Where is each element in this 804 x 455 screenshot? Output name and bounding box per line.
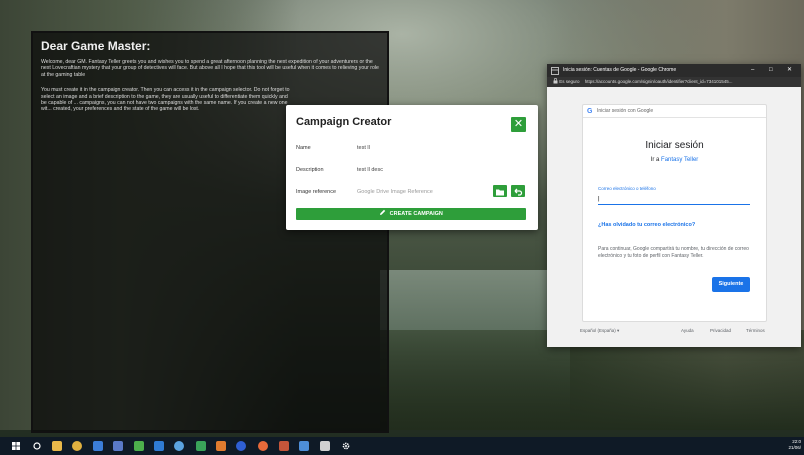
- image-reference-label: Image reference: [296, 189, 337, 195]
- system-clock[interactable]: 22:0 21/06/: [788, 439, 801, 451]
- reset-image-button[interactable]: [511, 185, 525, 197]
- game-master-panel: Dear Game Master: Welcome, dear GM. Fant…: [31, 31, 389, 433]
- clock-date: 21/06/: [788, 445, 801, 450]
- google-signin-card: G Iniciar sesión con Google Iniciar sesi…: [582, 104, 767, 322]
- app-link[interactable]: Fantasy Teller: [661, 157, 698, 163]
- name-input[interactable]: test ll: [357, 145, 370, 151]
- folder-icon: [496, 189, 504, 196]
- app-icon-8[interactable]: [236, 441, 246, 451]
- email-label: Correo electrónico o teléfono: [598, 186, 656, 191]
- window-close-button[interactable]: ✕: [787, 64, 792, 77]
- forgot-email-link[interactable]: ¿Has olvidado tu correo electrónico?: [598, 222, 695, 228]
- chrome-window-title: Inicia sesión: Cuentas de Google - Googl…: [563, 67, 677, 73]
- pencil-icon: [380, 209, 386, 215]
- lock-icon: [553, 78, 558, 84]
- maximize-button[interactable]: □: [769, 64, 773, 77]
- close-icon: ✕: [513, 118, 524, 130]
- gm-instructions-text: You must create it in the campaign creat…: [41, 87, 290, 113]
- name-label: Name: [296, 145, 311, 151]
- app-icon-7[interactable]: [216, 441, 226, 451]
- description-input[interactable]: test ll desc: [357, 167, 383, 173]
- google-header-text: Iniciar sesión con Google: [597, 108, 654, 114]
- secure-label: Es seguro: [559, 79, 580, 84]
- gear-icon[interactable]: [341, 441, 351, 451]
- search-icon[interactable]: [32, 441, 42, 451]
- signin-subtitle: Ir a Fantasy Teller: [650, 157, 699, 163]
- terms-link[interactable]: Términos: [746, 328, 765, 333]
- minimize-button[interactable]: –: [751, 64, 754, 77]
- gm-panel-title: Dear Game Master:: [41, 39, 151, 53]
- email-field[interactable]: [598, 193, 750, 205]
- language-select[interactable]: Español (España) ▾: [580, 328, 619, 334]
- chrome-taskbar-icon[interactable]: [72, 441, 82, 451]
- app-icon-1[interactable]: [93, 441, 103, 451]
- next-button[interactable]: Siguiente: [712, 277, 750, 292]
- campaign-creator-title: Campaign Creator: [296, 116, 392, 128]
- privacy-link[interactable]: Privacidad: [710, 328, 731, 333]
- description-label: Description: [296, 167, 324, 173]
- help-link[interactable]: Ayuda: [681, 328, 694, 333]
- image-reference-input[interactable]: Google Drive Image Reference: [357, 189, 433, 195]
- chrome-signin-window: Inicia sesión: Cuentas de Google - Googl…: [547, 64, 801, 347]
- file-explorer-icon[interactable]: [52, 441, 62, 451]
- privacy-info-text: Para continuar, Google compartirá tu nom…: [598, 246, 749, 259]
- chrome-window-icon: [551, 66, 559, 75]
- google-logo: G: [587, 108, 593, 115]
- windows-taskbar: 22:0 21/06/: [0, 437, 804, 455]
- campaign-creator-dialog: Campaign Creator ✕ Name test ll Descript…: [286, 105, 538, 230]
- app-icon-6[interactable]: [196, 441, 206, 451]
- browse-image-button[interactable]: [493, 185, 507, 197]
- app-icon-5[interactable]: [174, 441, 184, 451]
- undo-icon: [514, 188, 523, 196]
- close-button[interactable]: ✕: [511, 117, 526, 132]
- app-icon-10[interactable]: [279, 441, 289, 451]
- app-icon-12[interactable]: [320, 441, 330, 451]
- app-icon-2[interactable]: [113, 441, 123, 451]
- app-icon-11[interactable]: [299, 441, 309, 451]
- signin-title: Iniciar sesión: [645, 140, 704, 151]
- app-icon-4[interactable]: [154, 441, 164, 451]
- gm-welcome-text: Welcome, dear GM. Fantasy Teller greets …: [41, 59, 379, 78]
- app-icon-9[interactable]: [258, 441, 268, 451]
- create-campaign-button[interactable]: CREATE CAMPAIGN: [296, 208, 526, 220]
- app-icon-3[interactable]: [134, 441, 144, 451]
- windows-start-icon[interactable]: [11, 441, 21, 451]
- url-text: https://accounts.google.com/signin/oauth…: [584, 79, 733, 84]
- chrome-titlebar: Inicia sesión: Cuentas de Google - Googl…: [547, 64, 801, 77]
- create-campaign-label: CREATE CAMPAIGN: [389, 211, 443, 217]
- address-bar[interactable]: Es seguro https://accounts.google.com/si…: [547, 77, 801, 87]
- google-signin-header: G Iniciar sesión con Google: [583, 105, 766, 118]
